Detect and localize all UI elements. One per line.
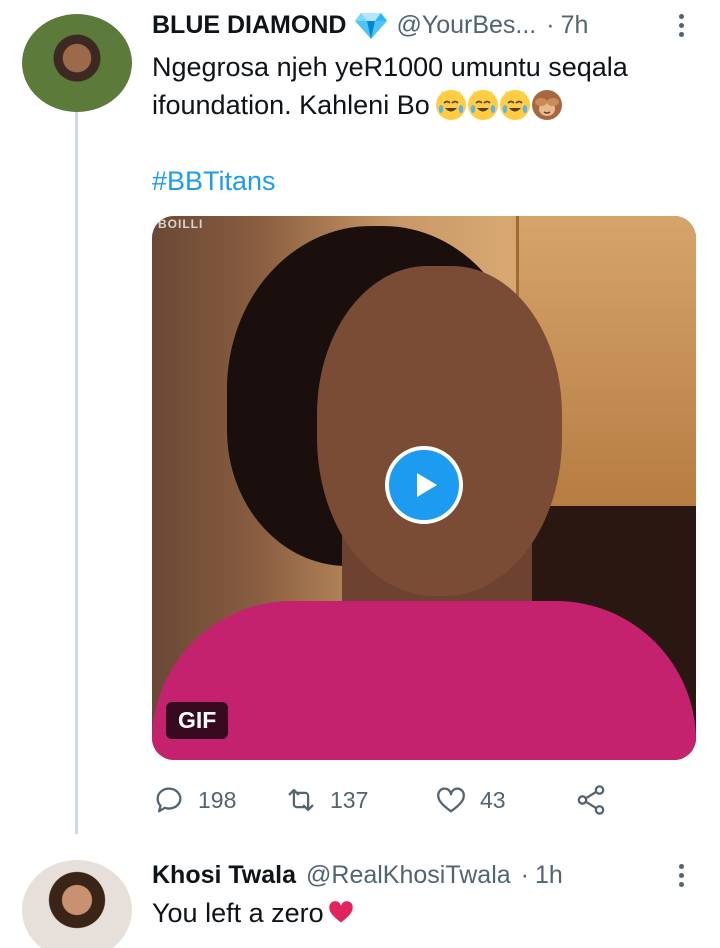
tweet-actions: 198 137 43 [152, 778, 697, 822]
reply-body: You left a zero [152, 898, 324, 928]
tweet-text: Ngegrosa njeh yeR1000 umuntu seqala ifou… [152, 48, 697, 124]
share-icon [577, 785, 605, 815]
media-face [317, 266, 562, 596]
media-watermark: BOILLI [158, 217, 204, 231]
reply-button[interactable]: 198 [152, 783, 284, 817]
reply-icon [156, 787, 182, 813]
like-icon [437, 787, 465, 813]
laughing-tears-cat-icon [499, 90, 530, 120]
hashtag-link[interactable]: #BBTitans [152, 166, 276, 197]
reply-count: 198 [198, 786, 237, 813]
retweet-count: 137 [330, 786, 369, 813]
play-button[interactable] [385, 446, 463, 524]
reply-separator-dot: · [520, 860, 529, 889]
gif-badge: GIF [166, 702, 229, 739]
reply-text: You left a zero [152, 898, 356, 933]
laughing-tears-cat-icon [435, 90, 466, 120]
reply-timestamp[interactable]: 1h [535, 861, 563, 890]
reply-more-icon[interactable] [670, 858, 692, 892]
verified-diamond-icon [354, 10, 388, 40]
reply-avatar[interactable] [22, 860, 132, 948]
reply-header: Khosi Twala @RealKhosiTwala · 1h [152, 858, 692, 892]
thread-connector-line [75, 112, 78, 834]
retweet-icon [288, 788, 314, 812]
timestamp[interactable]: 7h [561, 11, 589, 40]
reply-user-handle[interactable]: @RealKhosiTwala [306, 861, 511, 890]
play-icon [417, 473, 437, 497]
more-icon[interactable] [670, 8, 692, 42]
user-handle[interactable]: @YourBes... [396, 11, 536, 40]
avatar[interactable] [22, 14, 132, 112]
share-button[interactable] [574, 783, 608, 817]
like-button[interactable]: 43 [434, 783, 574, 817]
heart-emoji-icon [326, 898, 356, 933]
display-name[interactable]: BLUE DIAMOND [152, 11, 346, 40]
emoji-row [435, 90, 562, 120]
see-no-evil-monkey-icon [531, 90, 562, 120]
retweet-button[interactable]: 137 [284, 783, 434, 817]
gif-media[interactable]: BOILLI GIF [152, 216, 696, 760]
separator-dot: · [546, 10, 555, 39]
laughing-tears-cat-icon [467, 90, 498, 120]
reply-display-name[interactable]: Khosi Twala [152, 861, 296, 890]
tweet-header: BLUE DIAMOND @YourBes... · 7h [152, 8, 692, 42]
media-shirt [152, 601, 696, 760]
like-count: 43 [480, 786, 506, 813]
